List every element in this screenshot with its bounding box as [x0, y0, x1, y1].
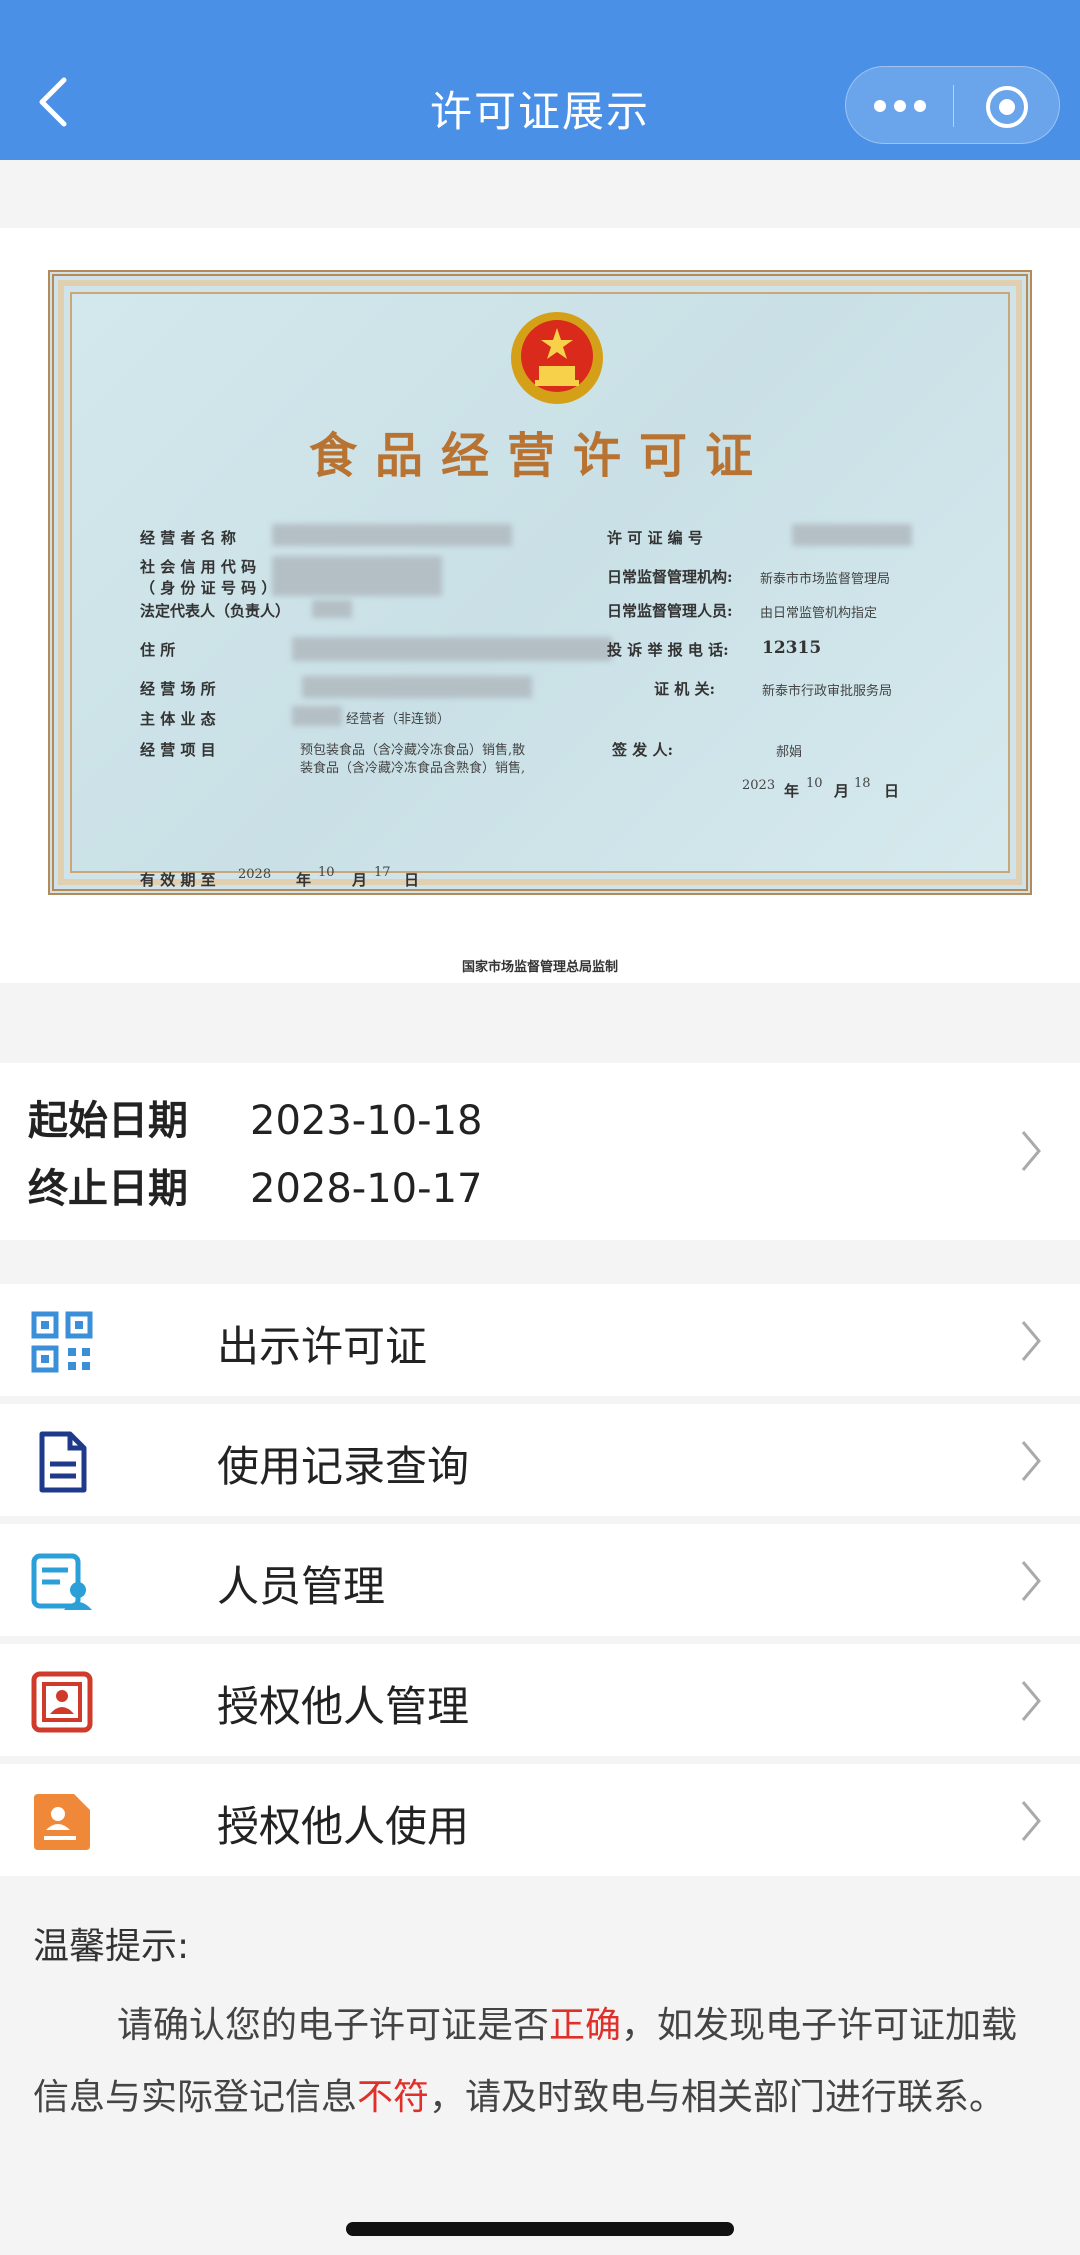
- more-dots-icon[interactable]: [872, 91, 928, 121]
- personnel-icon: [31, 1553, 92, 1610]
- field-main-business: 主 体 业 态: [140, 710, 216, 728]
- home-indicator[interactable]: [346, 2222, 734, 2236]
- certificate-card: 食品经营许可证 经 营 者 名 称 社 会 信 用 代 码 （ 身 份 证 号 …: [0, 228, 1080, 983]
- menu-item-show-license[interactable]: 出示许可证: [0, 1284, 1080, 1396]
- issue-month: 10: [806, 776, 823, 791]
- menu-item-personnel[interactable]: 人员管理: [0, 1524, 1080, 1636]
- chevron-right-icon: [1021, 1131, 1041, 1171]
- notice-highlight-mismatch: 不符: [357, 2077, 430, 2118]
- field-legal-rep: 法定代表人（负责人）: [140, 602, 291, 620]
- main-business-value: 经营者（非连锁）: [346, 712, 451, 727]
- business-items-line2: 装食品（含冷藏冷冻食品含熟食）销售,: [300, 761, 526, 776]
- business-items-line1: 预包装食品（含冷藏冷冻食品）销售,散: [300, 743, 526, 758]
- field-operator-name: 经 营 者 名 称: [140, 529, 236, 547]
- certificate-supervisor-line: 国家市场监督管理总局监制: [461, 960, 618, 975]
- start-date: 起始日期 2023-10-18: [28, 1088, 482, 1148]
- valid-day: 17: [374, 865, 391, 880]
- issue-day: 18: [854, 776, 871, 791]
- start-date-label: 起始日期: [28, 1098, 188, 1144]
- end-date: 终止日期 2028-10-17: [28, 1156, 482, 1216]
- menu-label-personnel: 人员管理: [217, 1562, 386, 1611]
- mini-program-capsule: [845, 66, 1060, 144]
- field-supervision-agency: 日常监督管理机构:: [607, 568, 733, 586]
- issue-year: 2023: [742, 778, 776, 793]
- chevron-right-icon: [1021, 1561, 1041, 1601]
- redacted-operator-name: [272, 524, 512, 546]
- field-business-place: 经 营 场 所: [140, 680, 216, 698]
- chevron-right-icon: [1021, 1321, 1041, 1361]
- qr-code-icon: [31, 1311, 93, 1373]
- field-license-no: 许 可 证 编 号: [607, 529, 703, 547]
- certificate-title: 食品经营许可证: [308, 428, 771, 484]
- nav-bar: 许可证展示: [0, 0, 1080, 160]
- end-date-label: 终止日期: [28, 1166, 188, 1212]
- field-residence: 住 所: [140, 641, 176, 659]
- field-complaint-phone: 投 诉 举 报 电 话:: [607, 641, 729, 659]
- redacted-legal-rep: [312, 600, 352, 618]
- chevron-right-icon: [1021, 1801, 1041, 1841]
- supervision-staff-value: 由日常监管机构指定: [760, 606, 878, 621]
- issuing-authority-value: 新泰市行政审批服务局: [762, 684, 893, 699]
- field-business-items: 经 营 项 目: [140, 741, 216, 759]
- notice-body: 请确认您的电子许可证是否正确，如发现电子许可证加载信息与实际登记信息不符，请及时…: [33, 1990, 1048, 2134]
- end-date-value: 2028-10-17: [250, 1166, 483, 1212]
- field-credit-code: 社 会 信 用 代 码: [140, 558, 257, 576]
- field-issuing-authority: 证 机 关:: [654, 680, 715, 698]
- valid-day-unit: 日: [404, 871, 420, 889]
- issue-year-unit: 年: [784, 782, 800, 800]
- close-miniprogram-icon[interactable]: [984, 84, 1030, 130]
- notice-title: 温馨提示:: [33, 1926, 190, 1967]
- valid-month: 10: [318, 865, 335, 880]
- valid-month-unit: 月: [352, 871, 368, 889]
- field-issuer: 签 发 人:: [612, 741, 673, 759]
- menu-item-authorize-use[interactable]: 授权他人使用: [0, 1764, 1080, 1876]
- field-supervision-staff: 日常监督管理人员:: [607, 602, 733, 620]
- issue-day-unit: 日: [884, 782, 900, 800]
- notice-highlight-correct: 正确: [549, 2005, 622, 2046]
- national-emblem-icon: [511, 312, 603, 404]
- menu-label-usage-records: 使用记录查询: [217, 1442, 470, 1491]
- field-valid-until: 有 效 期 至: [140, 871, 216, 889]
- notice-text-3: ，请及时致电与相关部门进行联系。: [429, 2077, 1006, 2118]
- notice-text-1: 请确认您的电子许可证是否: [117, 2005, 550, 2046]
- complaint-phone-value: 12315: [762, 638, 822, 658]
- redacted-residence: [292, 637, 612, 661]
- start-date-value: 2023-10-18: [250, 1098, 483, 1144]
- valid-year: 2028: [238, 867, 272, 882]
- capsule-divider: [953, 85, 954, 127]
- document-icon: [39, 1431, 87, 1493]
- chevron-right-icon: [1021, 1681, 1041, 1721]
- authorize-use-icon: [34, 1794, 90, 1850]
- menu-label-show-license: 出示许可证: [217, 1322, 428, 1371]
- redacted-business-type: [292, 706, 342, 726]
- issue-month-unit: 月: [834, 782, 850, 800]
- authorize-manage-icon: [31, 1671, 93, 1733]
- redacted-credit-code: [272, 556, 442, 596]
- menu-label-authorize-manage: 授权他人管理: [217, 1682, 470, 1731]
- redacted-business-place: [302, 676, 532, 698]
- license-certificate-image[interactable]: 食品经营许可证 经 营 者 名 称 社 会 信 用 代 码 （ 身 份 证 号 …: [48, 270, 1032, 895]
- menu-item-usage-records[interactable]: 使用记录查询: [0, 1404, 1080, 1516]
- menu-item-authorize-manage[interactable]: 授权他人管理: [0, 1644, 1080, 1756]
- validity-dates-row[interactable]: 起始日期 2023-10-18 终止日期 2028-10-17: [0, 1063, 1080, 1240]
- field-id-number: （ 身 份 证 号 码 ）: [140, 579, 277, 597]
- chevron-right-icon: [1021, 1441, 1041, 1481]
- issuer-value: 郝娟: [776, 745, 803, 760]
- valid-year-unit: 年: [296, 871, 312, 889]
- redacted-license-no: [792, 524, 912, 546]
- supervision-agency-value: 新泰市市场监督管理局: [760, 572, 891, 587]
- menu-label-authorize-use: 授权他人使用: [217, 1802, 470, 1851]
